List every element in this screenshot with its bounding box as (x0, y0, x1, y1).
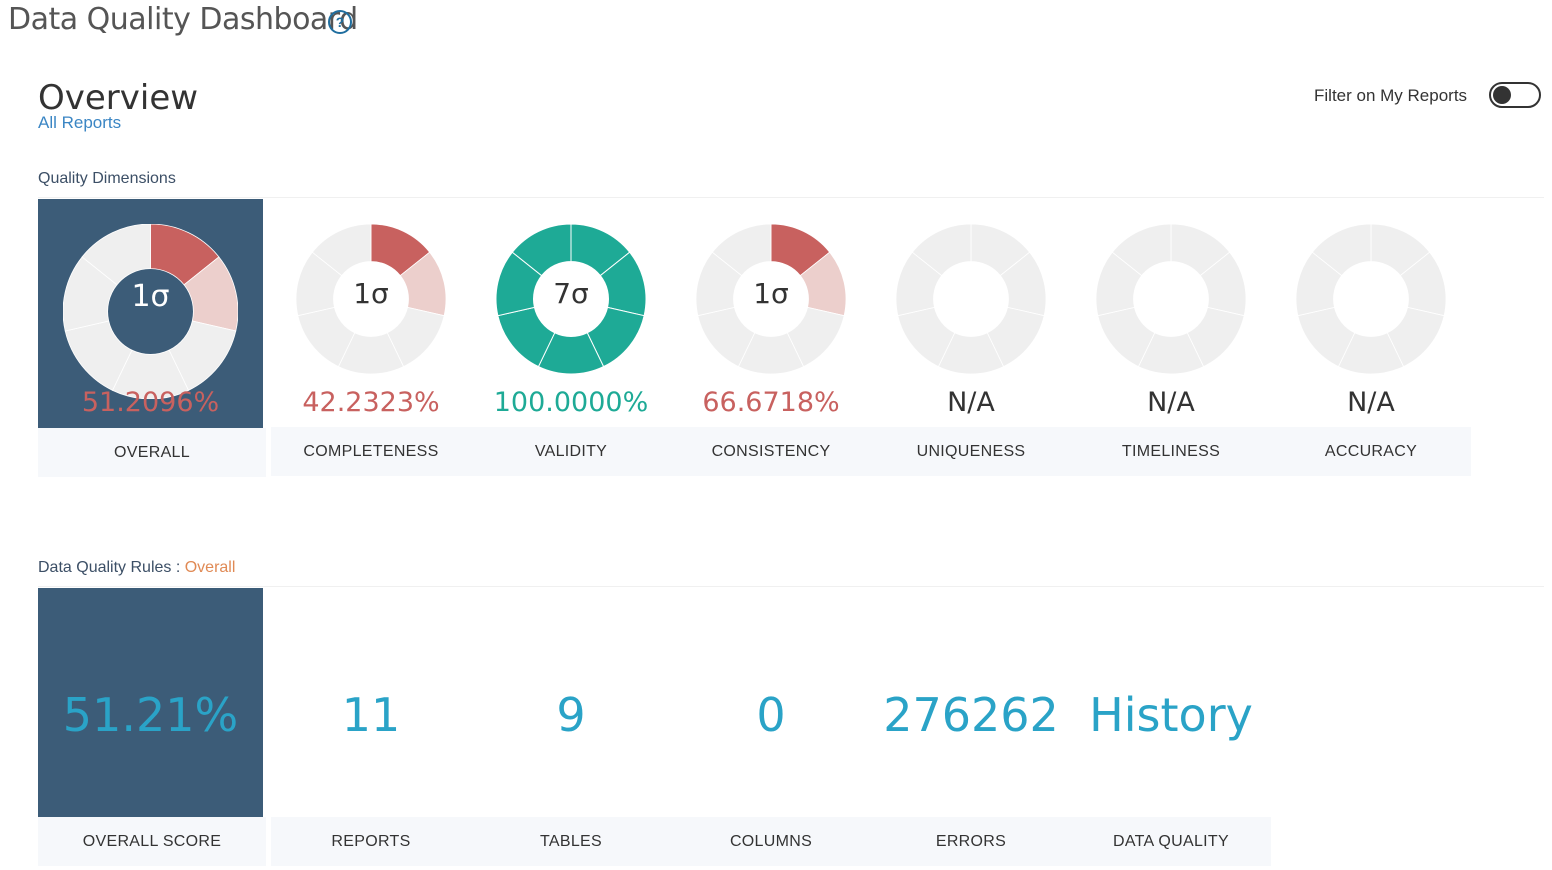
page-title: Data Quality Dashboard (8, 2, 358, 37)
stat-label: ERRORS (871, 817, 1071, 866)
dimension-label: TIMELINESS (1071, 427, 1271, 476)
dimension-score: 66.6718% (702, 387, 840, 418)
stat-card-tables[interactable]: 9 TABLES (471, 588, 671, 866)
rules-scope: Overall (184, 559, 236, 576)
donut-center (935, 263, 1007, 335)
section-divider (38, 586, 1544, 587)
quality-dimensions-heading: Quality Dimensions (38, 170, 176, 187)
dimension-label: ACCURACY (1271, 427, 1471, 476)
question-circle-icon[interactable]: ? (328, 10, 352, 34)
sigma-level: 1σ (131, 279, 170, 314)
dimension-label: VALIDITY (471, 427, 671, 476)
dimension-card-uniqueness[interactable]: N/A UNIQUENESS (871, 199, 1071, 477)
sigma-level: 1σ (353, 277, 389, 310)
stat-value: 9 (556, 688, 586, 742)
dimension-card-completeness[interactable]: 1σ 42.2323% COMPLETENESS (271, 199, 471, 477)
stat-label: DATA QUALITY (1071, 817, 1271, 866)
filter-my-reports-label: Filter on My Reports (1314, 86, 1468, 105)
overall-donut-panel: 1σ 51.2096% (38, 199, 263, 428)
donut-center (1135, 263, 1207, 335)
rules-heading-text: Data Quality Rules (38, 559, 172, 576)
dimension-card-timeliness[interactable]: N/A TIMELINESS (1071, 199, 1271, 477)
stat-label: OVERALL SCORE (38, 817, 266, 866)
dimension-score: N/A (947, 387, 995, 418)
stat-card-data-quality[interactable]: History DATA QUALITY (1071, 588, 1271, 866)
filter-my-reports-toggle[interactable] (1489, 82, 1541, 108)
data-quality-rules-heading: Data Quality Rules : Overall (38, 559, 235, 577)
dimension-card-validity[interactable]: 7σ 100.0000% VALIDITY (471, 199, 671, 477)
stat-value: 51.21% (62, 688, 239, 742)
history-link[interactable]: History (1071, 688, 1271, 742)
stat-card-overall-score[interactable]: 51.21% OVERALL SCORE (38, 588, 266, 866)
uniqueness-donut-chart (896, 224, 1046, 374)
rules-heading-separator: : (171, 559, 185, 576)
stat-label: REPORTS (271, 817, 471, 866)
dimension-card-overall[interactable]: 1σ 51.2096% OVERALL (38, 199, 266, 477)
dimension-card-accuracy[interactable]: N/A ACCURACY (1271, 199, 1471, 477)
timeliness-donut-chart (1096, 224, 1246, 374)
dimension-score: 100.0000% (493, 387, 649, 418)
toggle-knob (1493, 86, 1511, 104)
sigma-level: 1σ (753, 277, 789, 310)
dimension-card-consistency[interactable]: 1σ 66.6718% CONSISTENCY (671, 199, 871, 477)
overview-title: Overview (38, 78, 199, 118)
stat-value: 0 (756, 688, 786, 742)
section-divider (38, 197, 1544, 198)
stat-label: TABLES (471, 817, 671, 866)
dimension-score: N/A (1347, 387, 1395, 418)
dimension-label: CONSISTENCY (671, 427, 871, 476)
dimension-score: 42.2323% (302, 387, 440, 418)
dimension-label: COMPLETENESS (271, 427, 471, 476)
stat-card-errors[interactable]: 276262 ERRORS (871, 588, 1071, 866)
dimension-score: 51.2096% (81, 387, 220, 418)
sigma-level: 7σ (553, 277, 589, 310)
accuracy-donut-chart (1296, 224, 1446, 374)
stat-card-reports[interactable]: 11 REPORTS (271, 588, 471, 866)
stat-card-columns[interactable]: 0 COLUMNS (671, 588, 871, 866)
stat-value: 276262 (883, 688, 1059, 742)
dimension-label: UNIQUENESS (871, 427, 1071, 476)
dimension-label: OVERALL (38, 428, 266, 477)
dimension-score: N/A (1147, 387, 1195, 418)
stat-label: COLUMNS (671, 817, 871, 866)
stat-value: 11 (341, 688, 401, 742)
all-reports-link[interactable]: All Reports (38, 113, 121, 133)
donut-center (1335, 263, 1407, 335)
